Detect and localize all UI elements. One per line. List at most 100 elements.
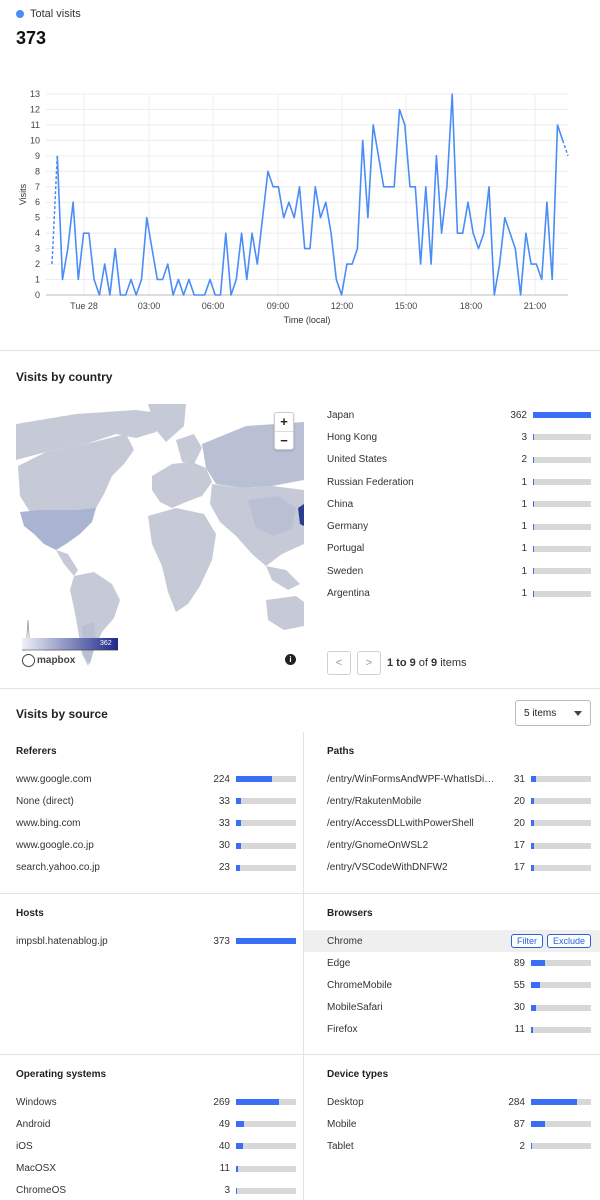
devices-row[interactable]: Desktop 284: [327, 1091, 591, 1113]
info-icon[interactable]: i: [285, 654, 296, 665]
country-name: Russian Federation: [327, 476, 414, 488]
row-count: 23: [218, 862, 230, 874]
bar-track: [236, 798, 296, 805]
country-count: 1: [521, 565, 527, 577]
row-count: 40: [218, 1140, 230, 1152]
bar-fill: [531, 960, 546, 967]
referers-row[interactable]: None (direct) 33: [16, 790, 296, 812]
bar-fill: [531, 1099, 577, 1106]
row-count: 31: [513, 773, 525, 785]
browsers-row[interactable]: Firefox 11: [327, 1019, 591, 1041]
row-label: impsbl.hatenablog.jp: [16, 935, 108, 947]
panel-title: Device types: [327, 1069, 389, 1080]
paths-row[interactable]: /entry/AccessDLLwithPowerShell 20: [327, 812, 591, 834]
os-row[interactable]: MacOSX 11: [16, 1158, 296, 1180]
bar-track: [236, 776, 296, 783]
referers-row[interactable]: www.bing.com 33: [16, 812, 296, 834]
referers-row[interactable]: search.yahoo.co.jp 23: [16, 857, 296, 879]
row-count: 20: [513, 817, 525, 829]
row-label: Tablet: [327, 1140, 354, 1152]
bar-track: [531, 820, 591, 827]
browsers-row[interactable]: Chrome Filter Exclude: [304, 930, 600, 953]
country-name: Japan: [327, 409, 355, 421]
country-count: 3: [521, 431, 527, 443]
bar-fill: [531, 1026, 533, 1033]
y-tick-label: 5: [35, 213, 40, 223]
bar-track: [531, 1004, 591, 1011]
total-visits-legend[interactable]: Total visits: [16, 8, 81, 20]
exclude-button[interactable]: Exclude: [546, 934, 591, 949]
row-count: 3: [224, 1185, 230, 1197]
country-row[interactable]: Germany 1: [327, 515, 591, 537]
bar-track: [533, 501, 591, 508]
prev-page-button[interactable]: <: [327, 651, 351, 675]
items-per-panel-select[interactable]: 5 items: [515, 700, 591, 726]
visits-line-chart: 0 1 2 3 4 5 6 7 8 9 10 11 12 13 Tue 28 03:00 06:00 09:00 1…: [0, 80, 600, 330]
country-row[interactable]: Sweden 1: [327, 560, 591, 582]
browsers-row[interactable]: MobileSafari 30: [327, 997, 591, 1019]
bar-track: [533, 412, 591, 419]
country-name: Argentina: [327, 588, 370, 600]
row-count: 269: [213, 1096, 230, 1108]
os-row[interactable]: ChromeOS 3: [16, 1180, 296, 1200]
row-label: Windows: [16, 1096, 57, 1108]
bar-track: [531, 1121, 591, 1128]
next-page-button[interactable]: >: [357, 651, 381, 675]
y-tick-label: 6: [35, 197, 40, 207]
country-row[interactable]: Hong Kong 3: [327, 426, 591, 448]
bar-track: [531, 1143, 591, 1150]
filter-button[interactable]: Filter: [510, 934, 543, 949]
browsers-row[interactable]: Edge 89: [327, 952, 591, 974]
world-map[interactable]: 362 + − mapbox i: [16, 404, 304, 676]
row-label: ChromeOS: [16, 1185, 67, 1197]
mapbox-logo[interactable]: mapbox: [22, 654, 75, 667]
panel-paths: Paths/entry/WinFormsAndWPF-WhatIsDif... 3…: [327, 746, 591, 879]
row-label: /entry/RakutenMobile: [327, 795, 422, 807]
world-map-svg[interactable]: [16, 404, 304, 676]
country-row[interactable]: Japan 362: [327, 404, 591, 426]
bar-track: [533, 434, 591, 441]
x-tick-label: Tue 28: [70, 301, 98, 311]
referers-row[interactable]: www.google.com 224: [16, 768, 296, 790]
zoom-out-button[interactable]: −: [275, 431, 293, 449]
country-row[interactable]: United States 2: [327, 449, 591, 471]
pager-range: 1 to 9: [387, 657, 416, 669]
country-count: 1: [521, 543, 527, 555]
bar-fill: [236, 798, 242, 805]
items-select-value: 5 items: [524, 707, 557, 719]
country-row[interactable]: Argentina 1: [327, 582, 591, 604]
browsers-row[interactable]: ChromeMobile 55: [327, 974, 591, 996]
country-row[interactable]: Portugal 1: [327, 538, 591, 560]
bar-fill: [531, 820, 534, 827]
y-tick-label: 8: [35, 166, 40, 176]
series-line-end-dashed: [562, 140, 569, 157]
row-label: /entry/AccessDLLwithPowerShell: [327, 817, 474, 829]
panel-title: Paths: [327, 746, 355, 757]
os-row[interactable]: Windows 269: [16, 1091, 296, 1113]
bar-track: [533, 568, 591, 575]
zoom-in-button[interactable]: +: [275, 413, 293, 431]
paths-row[interactable]: /entry/WinFormsAndWPF-WhatIsDif... 31: [327, 768, 591, 790]
hosts-row[interactable]: impsbl.hatenablog.jp 373: [16, 930, 296, 952]
map-zoom-control: + −: [274, 412, 294, 450]
y-tick-label: 3: [35, 244, 40, 254]
divider: [0, 350, 600, 351]
x-tick-label: 21:00: [524, 301, 547, 311]
row-label: /entry/GnomeOnWSL2: [327, 840, 429, 852]
os-row[interactable]: Android 49: [16, 1113, 296, 1135]
x-tick-label: 03:00: [138, 301, 161, 311]
row-label: search.yahoo.co.jp: [16, 862, 100, 874]
country-row[interactable]: Russian Federation 1: [327, 471, 591, 493]
bar-fill: [236, 1121, 244, 1128]
devices-row[interactable]: Tablet 2: [327, 1135, 591, 1157]
paths-row[interactable]: /entry/GnomeOnWSL2 17: [327, 835, 591, 857]
os-row[interactable]: iOS 40: [16, 1135, 296, 1157]
country-row[interactable]: China 1: [327, 493, 591, 515]
devices-row[interactable]: Mobile 87: [327, 1113, 591, 1135]
y-tick-label: 9: [35, 151, 40, 161]
paths-row[interactable]: /entry/RakutenMobile 20: [327, 790, 591, 812]
country-name: Sweden: [327, 565, 364, 577]
referers-row[interactable]: www.google.co.jp 30: [16, 835, 296, 857]
paths-row[interactable]: /entry/VSCodeWithDNFW2 17: [327, 857, 591, 879]
row-count: 11: [514, 1024, 525, 1036]
